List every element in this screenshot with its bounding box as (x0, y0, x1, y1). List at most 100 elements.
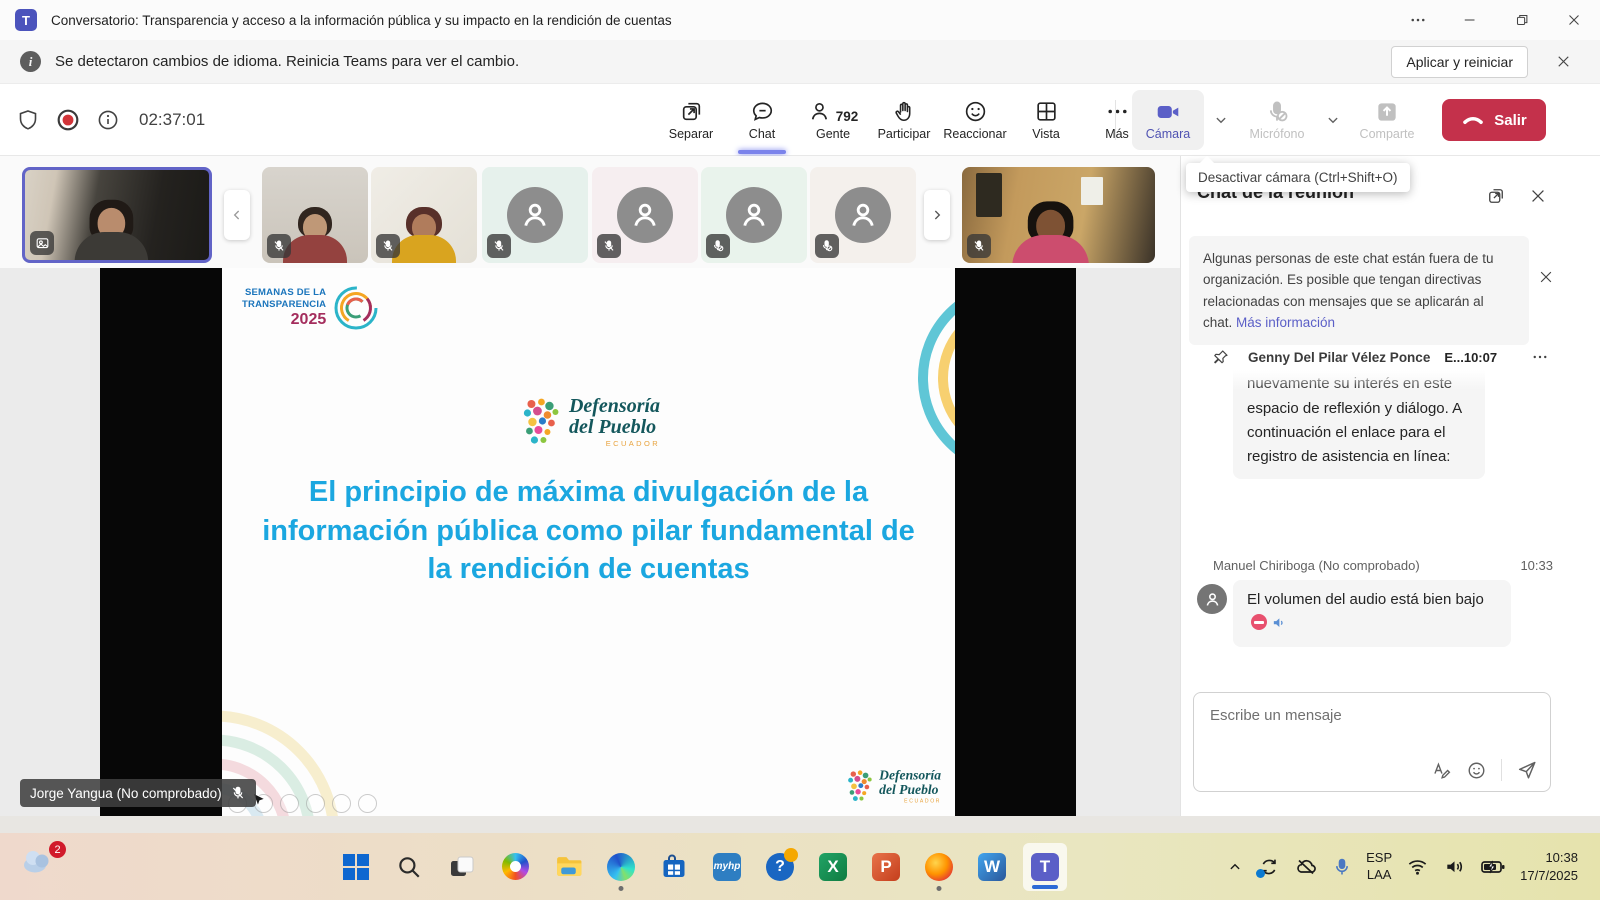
reaccionar-button[interactable]: Reaccionar (942, 84, 1008, 156)
participant-video-tile[interactable] (371, 167, 477, 263)
volume-icon[interactable] (1443, 855, 1466, 878)
send-icon[interactable] (1516, 759, 1538, 781)
message-header: Manuel Chiriboga (No comprobado) 10:33 (1213, 558, 1553, 573)
restore-icon (1513, 11, 1531, 29)
raised-hand-icon (892, 99, 917, 124)
more-info-link[interactable]: Más información (1236, 315, 1335, 330)
notice-close-button[interactable] (1537, 268, 1555, 286)
battery-charging-icon[interactable] (1480, 854, 1506, 880)
self-video-tile[interactable] (22, 167, 212, 263)
edge-icon (607, 853, 635, 881)
message-composer[interactable]: Escribe un mensaje (1193, 692, 1551, 792)
onedrive-offline-icon[interactable] (1294, 855, 1318, 879)
mic-off-icon (492, 239, 506, 253)
participant-silhouette (1008, 201, 1092, 263)
keyboard-language-indicator[interactable]: ESP LAA (1366, 850, 1392, 884)
weather-widget[interactable]: 2 (20, 845, 66, 887)
taskbar-search-button[interactable] (394, 852, 424, 882)
format-text-icon[interactable] (1431, 760, 1452, 781)
message-time: 10:33 (1520, 558, 1553, 573)
taskbar-hp-support-button[interactable]: ? (765, 852, 795, 882)
meeting-timer: 02:37:01 (139, 110, 205, 130)
taskbar-clock[interactable]: 10:38 17/7/2025 (1520, 849, 1578, 884)
taskbar-store-button[interactable] (659, 852, 689, 882)
mic-options-chevron-icon[interactable] (1324, 111, 1342, 129)
participant-avatar-tile[interactable] (482, 167, 588, 263)
apply-restart-button[interactable]: Aplicar y reiniciar (1391, 46, 1528, 78)
message-author: Manuel Chiriboga (No comprobado) (1213, 558, 1420, 573)
powerpoint-icon: P (872, 853, 900, 881)
person-icon (1203, 590, 1222, 609)
chat-button[interactable]: Chat (729, 84, 795, 156)
mic-muted-badge (487, 234, 511, 258)
share-button[interactable]: Comparte (1350, 90, 1424, 150)
taskbar-copilot-button[interactable] (500, 852, 530, 882)
popout-chat-icon[interactable] (1486, 186, 1506, 206)
gente-button[interactable]: 792 Gente (800, 84, 866, 156)
window-more-button[interactable] (1392, 0, 1444, 40)
search-icon (396, 854, 422, 880)
laser-pointer-button[interactable] (280, 794, 299, 813)
participant-video-tile[interactable] (262, 167, 368, 263)
pinned-more-button[interactable] (1531, 348, 1549, 366)
video-effects-button[interactable] (30, 231, 54, 255)
banner-close-button[interactable] (1540, 52, 1586, 71)
slide-title: El principio de máxima divulgación de la… (260, 473, 917, 589)
shield-icon[interactable] (16, 108, 40, 132)
teams-icon: T (1031, 853, 1059, 881)
separar-button[interactable]: Separar (658, 84, 724, 156)
participar-button[interactable]: Participar (871, 84, 937, 156)
emoji-icon[interactable] (1466, 760, 1487, 781)
participant-avatar-tile[interactable] (592, 167, 698, 263)
event-logo-year: 2025 (242, 311, 326, 329)
minimize-icon (1461, 11, 1479, 29)
camera-tooltip: Desactivar cámara (Ctrl+Shift+O) (1186, 163, 1410, 192)
filmstrip-prev-button[interactable] (224, 190, 250, 240)
tray-mic-icon[interactable] (1332, 857, 1352, 877)
mic-muted-badge (376, 234, 400, 258)
taskbar-taskview-button[interactable] (447, 852, 477, 882)
spotlight-video-tile[interactable] (962, 167, 1155, 263)
wifi-icon[interactable] (1406, 855, 1429, 878)
leave-button[interactable]: Salir (1442, 99, 1546, 141)
taskbar-edge-button[interactable] (606, 852, 636, 882)
window-restore-button[interactable] (1496, 0, 1548, 40)
window-minimize-button[interactable] (1444, 0, 1496, 40)
button-label: Cámara (1146, 127, 1190, 141)
hangup-icon (1461, 108, 1485, 132)
close-chat-icon[interactable] (1528, 186, 1548, 206)
mic-off-icon (381, 239, 395, 253)
taskbar-firefox-button[interactable] (924, 852, 954, 882)
composer-placeholder: Escribe un mensaje (1210, 707, 1342, 724)
zoom-slide-button[interactable] (332, 794, 351, 813)
taskbar-excel-button[interactable]: X (818, 852, 848, 882)
filmstrip-next-button[interactable] (924, 190, 950, 240)
taskbar-powerpoint-button[interactable]: P (871, 852, 901, 882)
more-slide-options-button[interactable] (358, 794, 377, 813)
camera-options-chevron-icon[interactable] (1212, 111, 1230, 129)
tray-sync-button[interactable] (1258, 856, 1280, 878)
camera-button[interactable]: Cámara (1132, 90, 1204, 150)
chat-message-list[interactable]: ponentes. Agradecemos nuevamente su inte… (1181, 370, 1600, 692)
take-control-button[interactable] (306, 794, 325, 813)
org-country: ECUADOR (569, 439, 660, 448)
vista-button[interactable]: Vista (1013, 84, 1079, 156)
taskbar-file-explorer-button[interactable] (553, 852, 583, 882)
participant-avatar-tile[interactable] (810, 167, 916, 263)
running-indicator (619, 886, 624, 891)
taskbar-start-button[interactable] (341, 852, 371, 882)
tray-chevron-up-icon[interactable] (1226, 858, 1244, 876)
taskbar-teams-button[interactable]: T (1023, 843, 1067, 891)
window-close-button[interactable] (1548, 0, 1600, 40)
mic-off-icon (972, 239, 986, 253)
taskbar-myhp-button[interactable]: myhp (712, 852, 742, 882)
taskbar-word-button[interactable]: W (977, 852, 1007, 882)
participant-avatar-tile[interactable] (701, 167, 807, 263)
org-name: Defensoría (879, 769, 941, 783)
microphone-button[interactable]: Micrófono (1238, 90, 1316, 150)
video-effects-icon (35, 236, 50, 251)
weather-alert-badge: 2 (49, 841, 66, 858)
meeting-info-icon[interactable] (96, 108, 120, 132)
dots-horizontal-icon (1531, 348, 1549, 366)
composer-divider (1501, 759, 1502, 781)
